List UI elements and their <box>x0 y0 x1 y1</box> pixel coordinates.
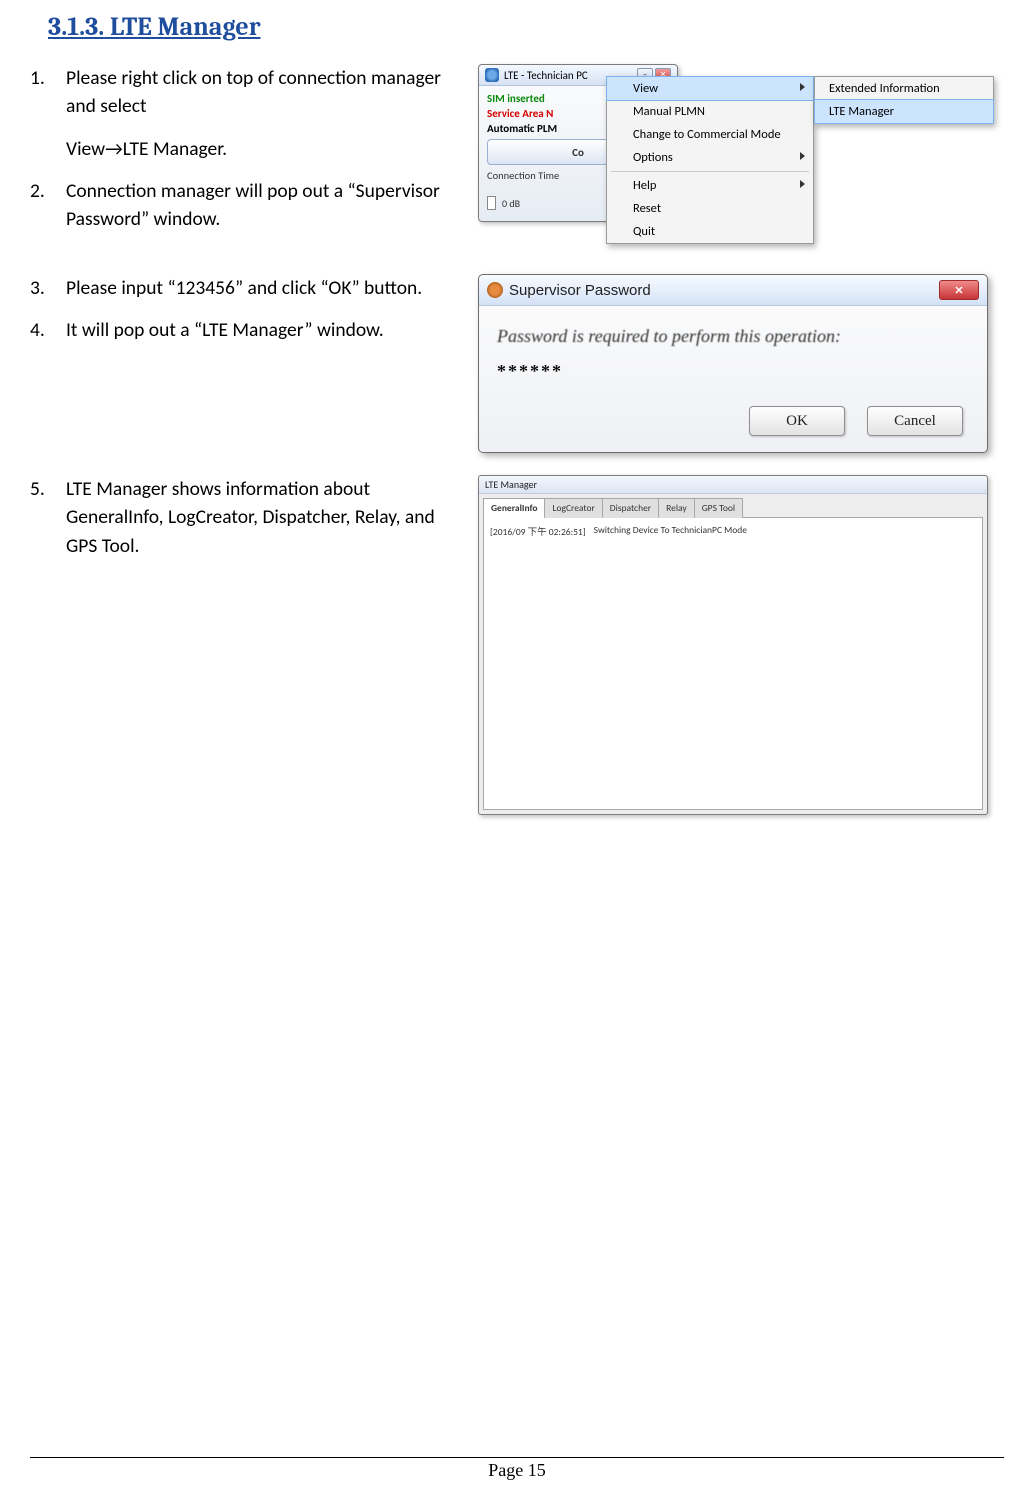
window-title: LTE - Technician PC <box>504 69 588 82</box>
row-3: 5. LTE Manager shows information about G… <box>30 475 1004 815</box>
section-heading: 3.1.3. LTE Manager <box>48 12 1004 42</box>
row-2: 3. Please input “123456” and click “OK” … <box>30 274 1004 453</box>
figure-lte-manager: LTE Manager GeneralInfo LogCreator Dispa… <box>478 475 998 815</box>
signal-icon <box>487 196 496 210</box>
tab-generalinfo[interactable]: GeneralInfo <box>483 498 545 518</box>
step-num: 1. <box>30 64 66 163</box>
menu-view[interactable]: View <box>607 77 813 100</box>
figure-connection-manager: LTE - Technician PC – ✕ SIM inserted Ser… <box>478 64 998 252</box>
menu-help[interactable]: Help <box>607 174 813 197</box>
close-icon[interactable]: ✕ <box>939 280 979 300</box>
menu-quit[interactable]: Quit <box>607 220 813 243</box>
lock-icon <box>487 282 503 298</box>
dialog-title: Supervisor Password <box>509 282 651 299</box>
context-menu: View Manual PLMN Change to Commercial Mo… <box>606 76 814 244</box>
step-num: 3. <box>30 274 66 302</box>
tab-pane: [2016/09 下午 02:26:51] Switching Device T… <box>483 517 983 810</box>
password-field[interactable]: ****** <box>497 361 969 382</box>
step-text: LTE Manager shows information about Gene… <box>66 475 468 560</box>
tab-dispatcher[interactable]: Dispatcher <box>602 498 659 518</box>
step-subtext: View→LTE Manager. <box>66 135 468 163</box>
log-timestamp: [2016/09 下午 02:26:51] <box>490 524 586 538</box>
menu-manual-plmn[interactable]: Manual PLMN <box>607 100 813 123</box>
step-text: It will pop out a “LTE Manager” window. <box>66 316 468 344</box>
step-num: 2. <box>30 177 66 234</box>
step-num: 4. <box>30 316 66 344</box>
figure-supervisor-password: Supervisor Password ✕ Password is requir… <box>478 274 998 453</box>
signal-value: 0 dB <box>502 197 520 210</box>
dialog-titlebar[interactable]: Supervisor Password ✕ <box>479 275 987 306</box>
view-submenu: Extended Information LTE Manager <box>814 76 994 124</box>
menu-separator <box>611 171 809 172</box>
chevron-right-icon <box>800 152 805 160</box>
page-footer: Page 15 <box>30 1457 1004 1481</box>
app-icon <box>485 68 499 82</box>
log-message: Switching Device To TechnicianPC Mode <box>594 524 747 538</box>
chevron-right-icon <box>800 83 805 91</box>
row-1: 1. Please right click on top of connecti… <box>30 64 1004 252</box>
step-2: 2. Connection manager will pop out a “Su… <box>30 177 468 234</box>
step-4: 4. It will pop out a “LTE Manager” windo… <box>30 316 468 344</box>
step-num: 5. <box>30 475 66 560</box>
ok-button[interactable]: OK <box>749 406 845 436</box>
step-text: Connection manager will pop out a “Super… <box>66 177 468 234</box>
step-text: Please input “123456” and click “OK” but… <box>66 274 468 302</box>
tab-gps-tool[interactable]: GPS Tool <box>694 498 743 518</box>
ltemgr-window: LTE Manager GeneralInfo LogCreator Dispa… <box>478 475 988 815</box>
step-3: 3. Please input “123456” and click “OK” … <box>30 274 468 302</box>
log-entry: [2016/09 下午 02:26:51] Switching Device T… <box>490 524 976 538</box>
cancel-button[interactable]: Cancel <box>867 406 963 436</box>
step-5: 5. LTE Manager shows information about G… <box>30 475 468 560</box>
submenu-lte-manager[interactable]: LTE Manager <box>815 100 993 123</box>
step-1: 1. Please right click on top of connecti… <box>30 64 468 163</box>
menu-reset[interactable]: Reset <box>607 197 813 220</box>
dialog-message: Password is required to perform this ope… <box>497 326 969 347</box>
submenu-extended-info[interactable]: Extended Information <box>815 77 993 100</box>
password-dialog: Supervisor Password ✕ Password is requir… <box>478 274 988 453</box>
chevron-right-icon <box>800 180 805 188</box>
menu-change-mode[interactable]: Change to Commercial Mode <box>607 123 813 146</box>
tab-relay[interactable]: Relay <box>658 498 695 518</box>
step-text: Please right click on top of connection … <box>66 66 441 118</box>
tabstrip: GeneralInfo LogCreator Dispatcher Relay … <box>479 494 987 517</box>
menu-options[interactable]: Options <box>607 146 813 169</box>
tab-logcreator[interactable]: LogCreator <box>544 498 602 518</box>
window-title[interactable]: LTE Manager <box>479 476 987 494</box>
